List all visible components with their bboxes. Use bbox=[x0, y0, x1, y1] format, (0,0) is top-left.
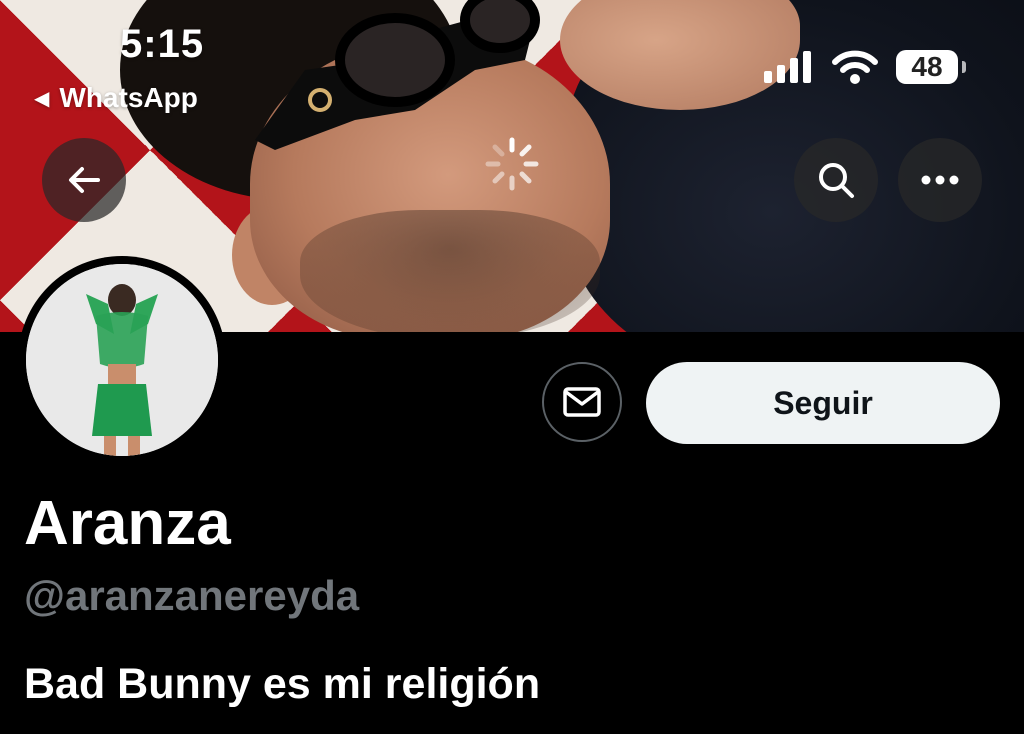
arrow-left-icon bbox=[69, 167, 100, 193]
back-app-label: WhatsApp bbox=[59, 82, 198, 113]
banner-beard bbox=[300, 210, 600, 332]
avatar-image bbox=[26, 264, 218, 456]
back-button[interactable] bbox=[42, 138, 126, 222]
avatar-illustration bbox=[26, 264, 218, 456]
profile-handle: @aranzanereyda bbox=[24, 572, 360, 619]
profile-avatar[interactable] bbox=[18, 256, 226, 464]
profile-display-name: Aranza bbox=[24, 489, 231, 558]
triangle-left-icon: ◀ bbox=[34, 87, 50, 110]
search-button[interactable] bbox=[794, 138, 878, 222]
battery-level: 48 bbox=[911, 51, 943, 82]
status-time: 5:15 bbox=[120, 22, 205, 66]
mail-icon bbox=[563, 387, 601, 417]
profile-bio: Bad Bunny es mi religión bbox=[24, 660, 541, 708]
more-horizontal-icon bbox=[921, 175, 959, 185]
back-to-app-link[interactable]: ◀ WhatsApp bbox=[34, 82, 198, 114]
more-options-button[interactable] bbox=[898, 138, 982, 222]
signal-icon bbox=[764, 51, 811, 83]
message-button[interactable] bbox=[542, 362, 622, 442]
status-indicators: 48 bbox=[764, 50, 966, 84]
wifi-icon bbox=[832, 50, 878, 84]
banner-sunglasses bbox=[255, 0, 540, 150]
follow-button[interactable]: Seguir bbox=[646, 362, 1000, 444]
search-icon bbox=[819, 163, 854, 198]
loading-spinner-icon bbox=[485, 137, 539, 191]
battery-indicator: 48 bbox=[896, 50, 966, 84]
